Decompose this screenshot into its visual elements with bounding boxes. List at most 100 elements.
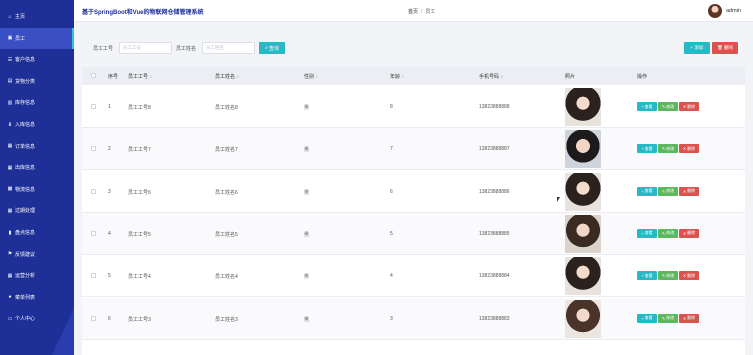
edit-button[interactable]: ✎ 修改 [658,271,678,281]
cell-emp-no: 员工工号5 [128,231,151,238]
view-label: 查看 [644,103,653,109]
delete-button[interactable]: ✕ 删除 [679,102,699,111]
cell-index: 6 [108,315,111,322]
delete-button[interactable]: ✕ 删除 [679,271,699,281]
emp-name-input[interactable]: 员工姓名 [202,42,255,54]
select-all-checkbox[interactable] [91,73,96,78]
search-button[interactable]: ⌕ 查询 [259,42,285,54]
delete-icon: ✕ [682,230,687,236]
delete-button[interactable]: ✕ 删除 [679,144,699,154]
view-label: 查看 [644,145,653,151]
employee-photo [565,130,601,169]
breadcrumb: 首页 / 员工 [408,8,435,15]
sidebar-item-7[interactable]: ▦ 出库信息 [0,157,74,178]
edit-button[interactable]: ✎ 修改 [658,313,678,323]
col-actions-header: 操作 [637,73,647,80]
row-checkbox[interactable] [91,315,96,321]
logistics-icon: ▩ [7,186,13,193]
user-name[interactable]: admin [726,8,741,14]
delete-button[interactable]: ✕ 删除 [679,313,699,323]
cell-name: 员工姓名5 [215,231,238,238]
cell-phone: 13823888885 [479,230,510,237]
col-gender-header[interactable]: 性别⇕ [304,73,318,80]
avatar[interactable] [708,4,722,18]
inbound-icon: ⬇ [7,121,13,128]
edit-button[interactable]: ✎ 修改 [658,102,678,111]
sidebar-item-13[interactable]: ● 菜单列表 [0,287,74,308]
emp-no-input[interactable]: 员工工号 [119,42,172,54]
column-label: 员工工号 [128,74,149,80]
row-checkbox[interactable] [91,188,96,194]
view-button[interactable]: + 查看 [637,313,657,323]
row-checkbox[interactable] [91,146,96,152]
sidebar-item-12[interactable]: ▦ 运营分析 [0,265,74,286]
cell-emp-no: 员工工号7 [128,147,151,154]
row-checkbox[interactable] [91,104,96,109]
delete-button[interactable]: ✕ 删除 [679,228,699,238]
edit-button[interactable]: ✎ 修改 [658,228,678,238]
batch-delete-button[interactable]: 🗑 删除 [712,42,738,54]
add-button[interactable]: + 添加 [684,42,710,54]
cell-emp-no: 员工工号4 [128,274,151,281]
edit-label: 修改 [666,103,675,109]
row-checkbox[interactable] [91,230,96,236]
col-emp-name-header[interactable]: 员工姓名⇕ [215,73,239,80]
cell-gender: 男 [304,147,310,154]
sidebar-item-2[interactable]: ☰ 客户信息 [0,49,74,70]
view-button[interactable]: + 查看 [637,186,657,196]
cell-emp-no: 员工工号3 [128,316,151,323]
breadcrumb-home[interactable]: 首页 [408,9,418,15]
view-button[interactable]: + 查看 [637,144,657,154]
row-checkbox[interactable] [91,273,96,279]
view-button[interactable]: + 查看 [637,102,657,111]
edit-icon: ✎ [661,188,666,194]
sidebar-item-8[interactable]: ▩ 物流信息 [0,179,74,200]
mouse-cursor [557,197,560,202]
delete-label: 删除 [687,230,696,236]
edit-button[interactable]: ✎ 修改 [658,186,678,196]
sidebar-item-0[interactable]: ⌂ 主页 [0,6,74,27]
cell-age: 8 [390,104,393,110]
sidebar-item-5[interactable]: ⬇ 入库信息 [0,114,74,135]
sidebar-item-label: 订单信息 [15,143,36,150]
sidebar-item-10[interactable]: ▮ 盘点信息 [0,222,74,243]
column-label: 年龄 [390,74,401,80]
sidebar-item-3[interactable]: ▤ 货物分类 [0,71,74,92]
cell-phone: 13823888883 [479,315,510,322]
sidebar-item-label: 主页 [15,14,26,20]
sidebar-item-4[interactable]: ▥ 库存信息 [0,92,74,113]
table-row: 2 员工工号7 员工姓名7 男 7 13823888887 + 查看 ✎ 修改 ✕ 删除 [82,128,745,171]
sort-icon[interactable]: ⇕ [401,74,404,79]
sidebar-item-9[interactable]: ▦ 过期处理 [0,200,74,221]
sort-icon[interactable]: ⇕ [149,74,152,79]
col-phone-header[interactable]: 手机号码⇕ [479,73,503,80]
delete-icon: ✕ [682,315,687,321]
edit-button[interactable]: ✎ 修改 [658,144,678,154]
sidebar-item-6[interactable]: ▦ 订单信息 [0,136,74,157]
col-age-header[interactable]: 年龄⇕ [390,73,404,80]
sort-icon[interactable]: ⇕ [315,74,318,79]
view-button[interactable]: + 查看 [637,228,657,238]
cell-phone: 13823888886 [479,188,510,195]
sort-icon[interactable]: ⇕ [500,74,503,79]
col-emp-no-header[interactable]: 员工工号⇕ [128,73,152,80]
column-label: 序号 [108,74,119,80]
cell-name: 员工姓名4 [215,274,238,281]
sort-icon[interactable]: ⇕ [236,74,239,79]
col-index-header[interactable]: 序号 [108,73,118,80]
delete-icon: ✕ [682,146,687,152]
cell-emp-no: 员工工号6 [128,189,151,196]
table-row: 3 员工工号6 员工姓名6 男 6 13823888886 + 查看 ✎ 修改 ✕ 删除 [82,170,745,213]
view-label: 查看 [644,188,653,194]
employee-photo [565,88,601,126]
view-button[interactable]: + 查看 [637,271,657,281]
sidebar-item-11[interactable]: ⚑ 反馈建议 [0,244,74,265]
sidebar-item-14[interactable]: ▭ 个人中心 [0,308,74,329]
cell-age: 6 [390,188,393,195]
sidebar-item-1[interactable]: ▣ 员工 [0,27,74,49]
delete-button[interactable]: ✕ 删除 [679,186,699,196]
edit-label: 修改 [666,230,675,236]
column-label: 手机号码 [479,74,500,80]
delete-icon: ✕ [682,188,687,194]
col-photo-header: 照片 [565,73,575,80]
